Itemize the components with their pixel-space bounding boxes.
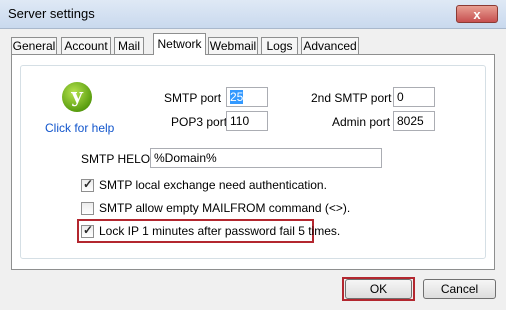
help-link[interactable]: Click for help [45,121,114,135]
auth-checkbox-label: SMTP local exchange need authentication. [99,178,327,192]
smtp-port2-label: 2nd SMTP port [311,91,392,105]
smtp-port-input[interactable]: 25 [226,87,268,107]
lock-checkbox[interactable]: ✓ Lock IP 1 minutes after password fail … [81,223,340,240]
mailfrom-checkbox-box[interactable] [81,202,94,215]
title-bar: Server settings x [0,0,506,29]
tab-webmail[interactable]: Webmail [208,37,258,54]
tab-account[interactable]: Account [61,37,111,54]
pop3-port-label: POP3 port [171,115,228,129]
mailfrom-checkbox[interactable]: SMTP allow empty MAILFROM command (<>). [81,201,350,217]
smtp-port-value: 25 [230,90,244,104]
smtp-helo-input[interactable]: %Domain% [150,148,382,168]
tab-logs[interactable]: Logs [261,37,298,54]
tab-advanced[interactable]: Advanced [301,37,359,54]
smtp-port-label: SMTP port [164,91,222,105]
auth-checkbox-box[interactable]: ✓ [81,177,94,192]
tab-network[interactable]: Network [153,33,206,55]
logo-glyph: y [71,83,83,107]
auth-checkbox[interactable]: ✓ SMTP local exchange need authenticatio… [81,177,327,194]
lock-checkbox-label: Lock IP 1 minutes after password fail 5 … [99,224,341,238]
admin-port-input[interactable]: 8025 [393,111,435,131]
window-title: Server settings [8,6,95,21]
check-icon: ✓ [83,177,94,191]
close-button[interactable]: x [456,5,498,23]
lock-checkbox-box[interactable]: ✓ [81,223,94,238]
cancel-button[interactable]: Cancel [423,279,496,299]
tab-mail[interactable]: Mail [114,37,144,54]
smtp-helo-label: SMTP HELO [81,152,151,166]
ok-button[interactable]: OK [345,279,412,299]
mailfrom-checkbox-label: SMTP allow empty MAILFROM command (<>). [99,201,351,215]
tab-general[interactable]: General [11,37,57,54]
help-logo-icon[interactable]: y [62,82,92,112]
pop3-port-input[interactable]: 110 [226,111,268,131]
admin-port-label: Admin port [332,115,391,129]
smtp-port2-input[interactable]: 0 [393,87,435,107]
close-icon: x [473,7,481,22]
check-icon: ✓ [83,223,94,237]
